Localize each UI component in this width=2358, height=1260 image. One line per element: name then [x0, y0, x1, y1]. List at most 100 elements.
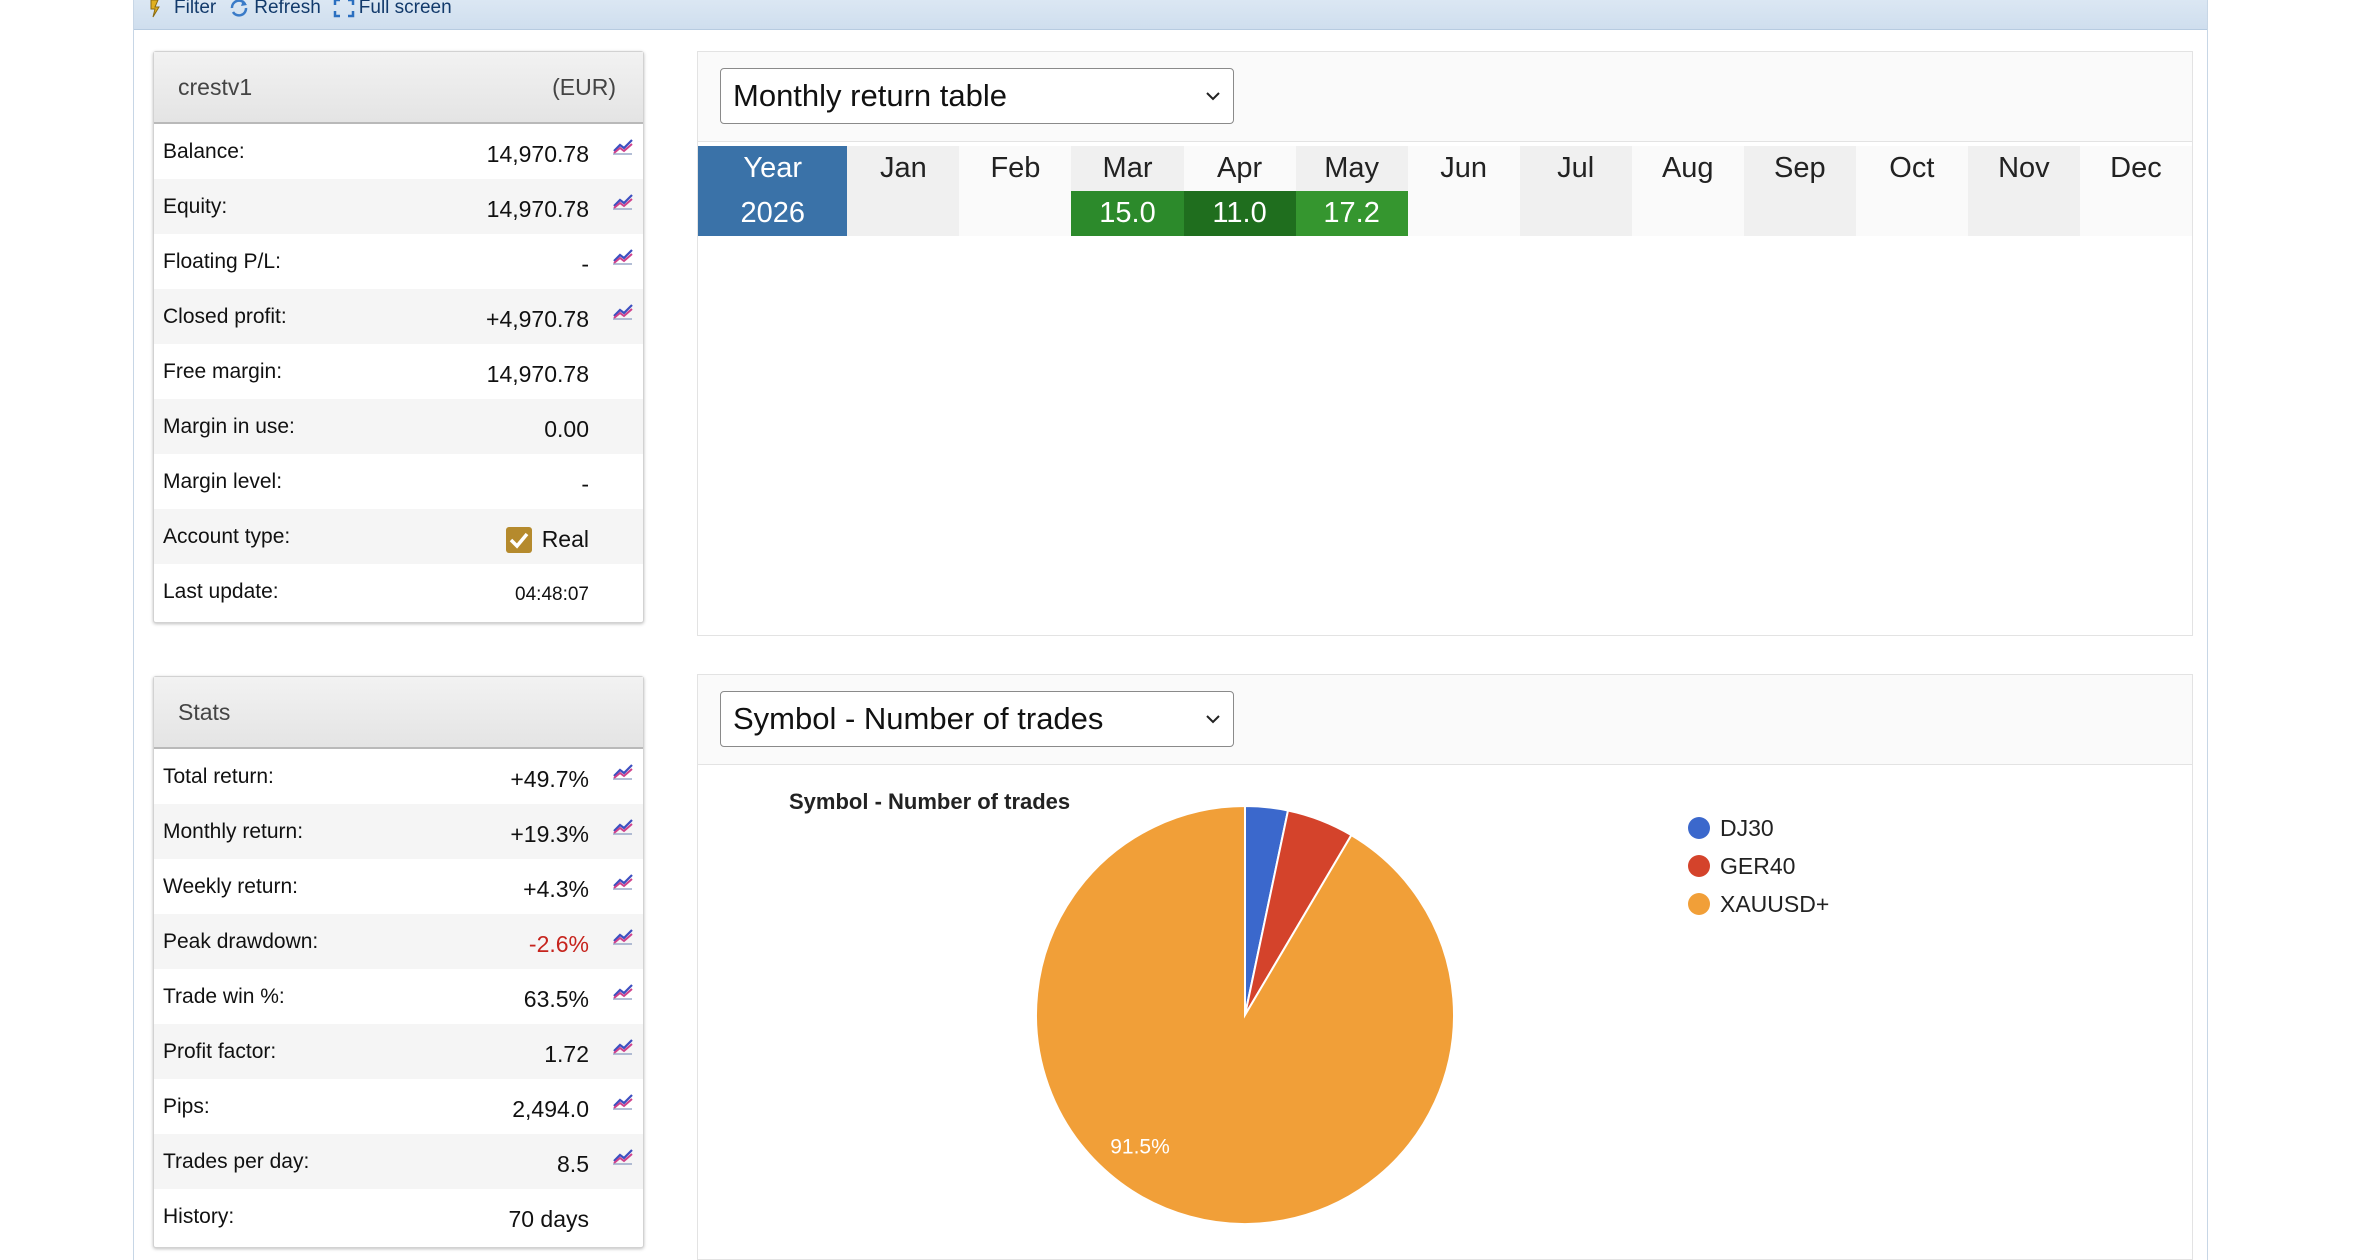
row-label: Margin in use:: [163, 414, 295, 438]
refresh-label: Refresh: [254, 0, 321, 18]
month-cell: 17.2: [1295, 191, 1408, 236]
month-column-header: May: [1295, 146, 1408, 191]
row-value: 70 days: [508, 1206, 589, 1232]
chart-icon[interactable]: [610, 981, 636, 1003]
pie-chart: 91.5%: [1035, 805, 1455, 1225]
stats-rows: Total return: +49.7% Monthly return: +19.3%…: [154, 749, 643, 1244]
list-item: Margin in use: 0.00: [154, 399, 643, 454]
chart-icon[interactable]: [610, 301, 636, 323]
toolbar: Filter Refresh Full screen: [134, 0, 2207, 30]
filter-icon: [150, 0, 160, 17]
chevron-down-icon: [1206, 715, 1220, 724]
month-cell: [959, 191, 1072, 236]
symbol-view-select[interactable]: Symbol - Number of trades: [720, 691, 1234, 747]
stats-title: Stats: [178, 698, 231, 725]
chart-icon[interactable]: [610, 246, 636, 268]
row-value: 63.5%: [523, 986, 589, 1012]
pie-slice-label: 91.5%: [1110, 1136, 1170, 1159]
list-item: Trades per day: 8.5: [154, 1134, 643, 1189]
row-label: Profit factor:: [163, 1039, 277, 1063]
row-label: Margin level:: [163, 469, 283, 493]
row-label: History:: [163, 1204, 235, 1228]
legend-label: GER40: [1720, 852, 1796, 879]
row-value: 14,970.78: [486, 361, 589, 387]
chart-icon[interactable]: [610, 191, 636, 213]
chart-icon[interactable]: [610, 761, 636, 783]
legend-item[interactable]: DJ30: [1688, 809, 1829, 847]
stats-header: Stats: [154, 677, 643, 749]
monthly-view-select[interactable]: Monthly return table: [720, 68, 1234, 124]
list-item: Balance: 14,970.78: [154, 124, 643, 179]
month-cell: 11.0: [1183, 191, 1296, 236]
list-item: Equity: 14,970.78: [154, 179, 643, 234]
row-label: Monthly return:: [163, 819, 304, 843]
row-label: Total return:: [163, 764, 274, 788]
month-column-header: Aug: [1631, 146, 1744, 191]
row-label: Weekly return:: [163, 874, 298, 898]
month-column-header: Oct: [1855, 146, 1968, 191]
refresh-button[interactable]: Refresh: [228, 0, 321, 19]
row-value: 14,970.78: [486, 141, 589, 167]
month-column-header: Mar: [1071, 146, 1184, 191]
list-item: Floating P/L: -: [154, 234, 643, 289]
list-item: Margin level: -: [154, 454, 643, 509]
month-column-header: Apr: [1183, 146, 1296, 191]
page-frame: Filter Refresh Full screen crestv1 (EUR)…: [133, 0, 2208, 1260]
legend-item[interactable]: GER40: [1688, 847, 1829, 885]
list-item: Free margin: 14,970.78: [154, 344, 643, 399]
monthly-return-table: Year Jan Feb Mar Apr May Jun Jul Aug Sep Oct Nov Dec…: [698, 146, 2192, 236]
row-value: -: [581, 251, 589, 277]
refresh-icon: [230, 0, 248, 17]
chart-icon[interactable]: [610, 1091, 636, 1113]
month-column-header: Jan: [847, 146, 960, 191]
row-label: Free margin:: [163, 359, 283, 383]
account-panel: crestv1 (EUR) Balance: 14,970.78 Equity: 14…: [153, 51, 644, 623]
row-value: 8.5: [557, 1151, 589, 1177]
row-value: 0.00: [544, 416, 589, 442]
month-column-header: Jul: [1519, 146, 1632, 191]
month-column-header: Nov: [1967, 146, 2080, 191]
row-value: +4.3%: [523, 876, 589, 902]
chart-icon[interactable]: [610, 1036, 636, 1058]
account-header: crestv1 (EUR): [154, 52, 643, 124]
check-icon: [505, 526, 532, 553]
chart-legend: DJ30 GER40 XAUUSD+: [1688, 809, 1829, 923]
fullscreen-button[interactable]: Full screen: [333, 0, 452, 19]
monthly-return-panel: Monthly return table Year Jan Feb Mar Apr May…: [697, 51, 2193, 636]
list-item: Monthly return: +19.3%: [154, 804, 643, 859]
chart-icon[interactable]: [610, 816, 636, 838]
month-column-header: Sep: [1743, 146, 1856, 191]
chart-icon[interactable]: [610, 1146, 636, 1168]
legend-label: XAUUSD+: [1720, 890, 1830, 917]
legend-item[interactable]: XAUUSD+: [1688, 885, 1829, 923]
monthly-return-header: Monthly return table: [698, 52, 2192, 142]
monthly-table-header: Year Jan Feb Mar Apr May Jun Jul Aug Sep Oct Nov Dec: [698, 146, 2192, 191]
filter-button[interactable]: Filter: [148, 0, 216, 19]
row-label: Floating P/L:: [163, 249, 281, 273]
month-cell: [1631, 191, 1744, 236]
chart-icon[interactable]: [610, 926, 636, 948]
month-cell: 15.0: [1071, 191, 1184, 236]
month-cell: [2079, 191, 2192, 236]
symbol-chart-header: Symbol - Number of trades: [698, 675, 2192, 765]
stats-panel: Stats Total return: +49.7% Monthly return:…: [153, 676, 644, 1248]
row-label: Last update:: [163, 579, 279, 603]
chart-icon[interactable]: [610, 871, 636, 893]
list-item: Account type: Real: [154, 509, 643, 564]
fullscreen-icon: [333, 0, 355, 17]
list-item: Peak drawdown: -2.6%: [154, 914, 643, 969]
row-value: +19.3%: [510, 821, 589, 847]
account-rows: Balance: 14,970.78 Equity: 14,970.78 Floatin…: [154, 124, 643, 619]
row-value: 1.72: [544, 1041, 589, 1067]
month-cell: [1407, 191, 1520, 236]
row-label: Trade win %:: [163, 984, 285, 1008]
list-item: Last update: 04:48:07: [154, 564, 643, 619]
chart-icon[interactable]: [610, 136, 636, 158]
list-item: Trade win %: 63.5%: [154, 969, 643, 1024]
year-column-header: Year: [698, 146, 848, 191]
pie-slice-xauusd[interactable]: [1035, 805, 1455, 1225]
chevron-down-icon: [1206, 92, 1220, 101]
list-item: Pips: 2,494.0: [154, 1079, 643, 1134]
row-label: Peak drawdown:: [163, 929, 319, 953]
row-label: Closed profit:: [163, 304, 287, 328]
